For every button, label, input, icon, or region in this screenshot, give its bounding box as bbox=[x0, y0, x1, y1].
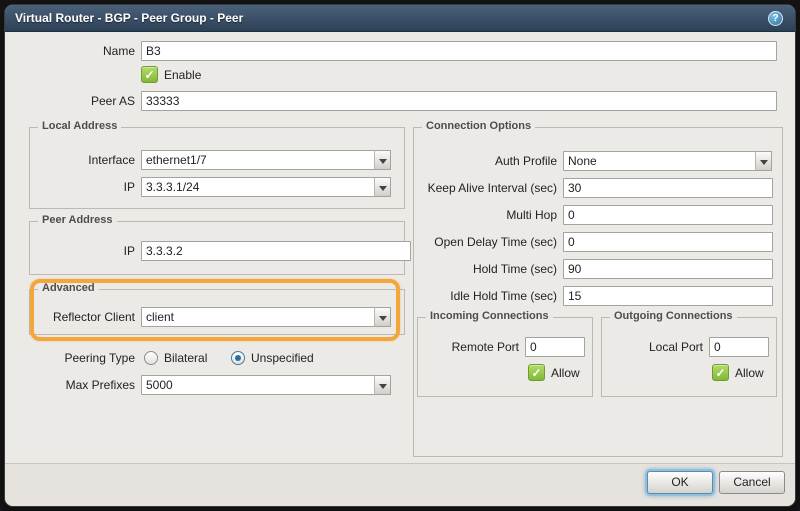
name-input[interactable] bbox=[141, 41, 777, 61]
incoming-allow-checkbox[interactable]: ✓ bbox=[528, 364, 545, 381]
name-label: Name bbox=[5, 41, 135, 61]
check-icon: ✓ bbox=[715, 366, 725, 380]
reflector-client-input[interactable] bbox=[141, 307, 375, 327]
max-prefixes-input[interactable] bbox=[141, 375, 375, 395]
open-delay-label: Open Delay Time (sec) bbox=[413, 232, 557, 252]
outgoing-allow-label[interactable]: Allow bbox=[735, 365, 764, 382]
idle-hold-input[interactable] bbox=[563, 286, 773, 306]
enable-checkbox[interactable]: ✓ bbox=[141, 66, 158, 83]
outgoing-allow-checkbox[interactable]: ✓ bbox=[712, 364, 729, 381]
advanced-legend: Advanced bbox=[38, 282, 99, 294]
keep-alive-input[interactable] bbox=[563, 178, 773, 198]
hold-time-input[interactable] bbox=[563, 259, 773, 279]
peering-type-bilateral-label[interactable]: Bilateral bbox=[164, 350, 207, 366]
local-address-legend: Local Address bbox=[38, 120, 121, 132]
remote-port-input[interactable] bbox=[525, 337, 585, 357]
auth-profile-label: Auth Profile bbox=[413, 151, 557, 171]
peering-type-unspecified-label[interactable]: Unspecified bbox=[251, 350, 314, 366]
reflector-client-label: Reflector Client bbox=[5, 307, 135, 327]
outgoing-connections-group: Outgoing Connections bbox=[601, 317, 777, 397]
check-icon: ✓ bbox=[531, 366, 541, 380]
peer-dialog: Virtual Router - BGP - Peer Group - Peer… bbox=[5, 5, 795, 506]
check-icon: ✓ bbox=[144, 68, 154, 82]
local-ip-input[interactable] bbox=[141, 177, 375, 197]
interface-input[interactable] bbox=[141, 150, 375, 170]
peering-type-label: Peering Type bbox=[5, 348, 135, 368]
peer-ip-input[interactable] bbox=[141, 241, 411, 261]
keep-alive-label: Keep Alive Interval (sec) bbox=[413, 178, 557, 198]
peering-type-bilateral-radio[interactable] bbox=[144, 351, 158, 365]
dialog-title: Virtual Router - BGP - Peer Group - Peer bbox=[15, 5, 243, 32]
enable-label[interactable]: Enable bbox=[164, 67, 201, 84]
hold-time-label: Hold Time (sec) bbox=[413, 259, 557, 279]
interface-label: Interface bbox=[5, 150, 135, 170]
incoming-connections-group: Incoming Connections bbox=[417, 317, 593, 397]
multi-hop-label: Multi Hop bbox=[413, 205, 557, 225]
connection-options-legend: Connection Options bbox=[422, 120, 535, 132]
local-ip-dropdown-button[interactable] bbox=[374, 177, 391, 197]
open-delay-input[interactable] bbox=[563, 232, 773, 252]
local-port-label: Local Port bbox=[601, 337, 703, 357]
ok-button[interactable]: OK bbox=[647, 471, 713, 494]
local-port-input[interactable] bbox=[709, 337, 769, 357]
max-prefixes-label: Max Prefixes bbox=[5, 375, 135, 395]
local-ip-label: IP bbox=[5, 177, 135, 197]
idle-hold-label: Idle Hold Time (sec) bbox=[413, 286, 557, 306]
auth-profile-dropdown-button[interactable] bbox=[755, 151, 772, 171]
peering-type-unspecified-radio[interactable] bbox=[231, 351, 245, 365]
peer-as-label: Peer AS bbox=[5, 91, 135, 111]
max-prefixes-dropdown-button[interactable] bbox=[374, 375, 391, 395]
reflector-client-dropdown-button[interactable] bbox=[374, 307, 391, 327]
outgoing-connections-legend: Outgoing Connections bbox=[610, 310, 737, 322]
peer-as-input[interactable] bbox=[141, 91, 777, 111]
multi-hop-input[interactable] bbox=[563, 205, 773, 225]
cancel-button[interactable]: Cancel bbox=[719, 471, 785, 494]
auth-profile-input[interactable] bbox=[563, 151, 756, 171]
incoming-allow-label[interactable]: Allow bbox=[551, 365, 580, 382]
interface-dropdown-button[interactable] bbox=[374, 150, 391, 170]
help-icon[interactable]: ? bbox=[768, 11, 783, 26]
peer-ip-label: IP bbox=[5, 241, 135, 261]
remote-port-label: Remote Port bbox=[417, 337, 519, 357]
peer-address-legend: Peer Address bbox=[38, 214, 117, 226]
title-bar: Virtual Router - BGP - Peer Group - Peer… bbox=[5, 5, 795, 32]
incoming-connections-legend: Incoming Connections bbox=[426, 310, 553, 322]
